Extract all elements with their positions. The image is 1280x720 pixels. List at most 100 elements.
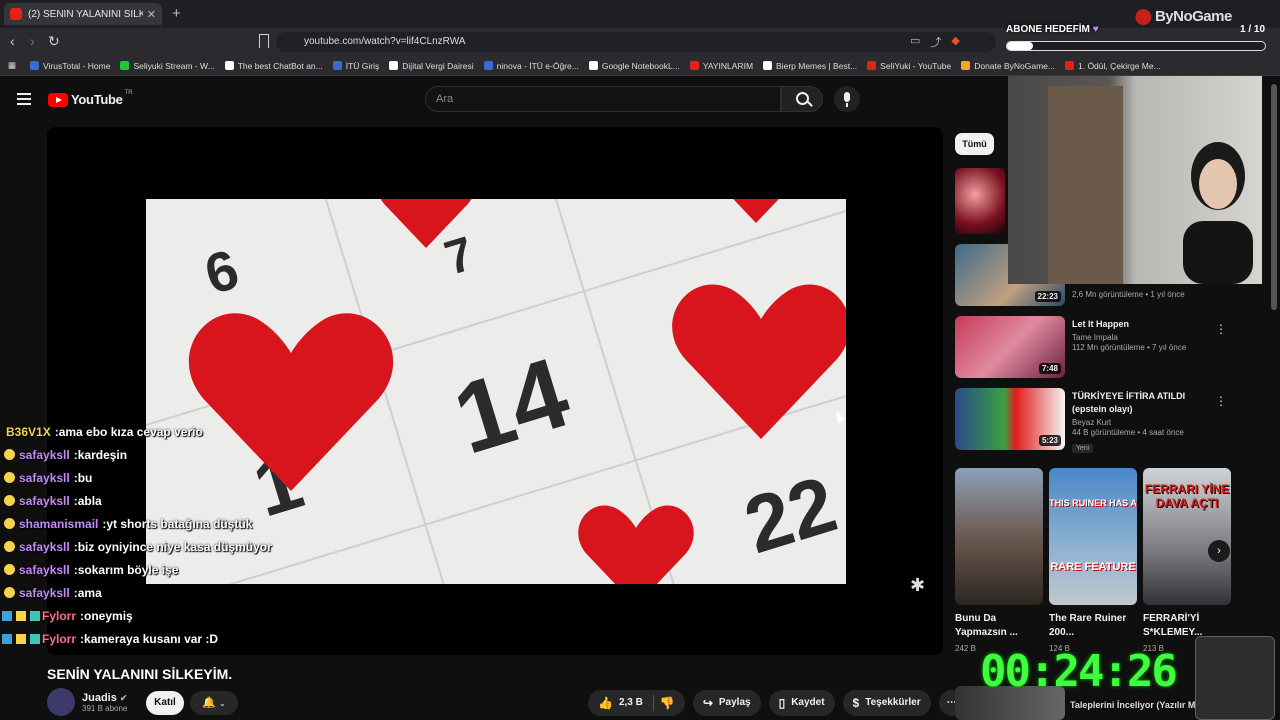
reload-icon[interactable]: ↻ [48,33,60,50]
bookmark-label: SeliYuki - YouTube [880,60,952,71]
chat-text: biz oyniyince niye kasa düşmüyor [77,539,272,554]
thanks-dollar-icon: $ [852,696,860,710]
short-title[interactable]: The Rare Ruiner 200... [1049,612,1137,640]
recommendation-item[interactable]: 5:23 TÜRKİYEYE İFTİRA ATILDI (epstein ola… [955,388,1245,453]
brave-shield-icon[interactable]: ◆ [951,34,959,50]
chat-badge-icon [4,472,15,483]
chat-text: sokarım böyle işe [77,562,179,577]
youtube-header: YouTube TR Ara [0,76,1010,122]
bookmark-item[interactable]: Donate ByNoGame... [961,61,1055,71]
search-icon[interactable] [781,86,823,112]
thanks-button[interactable]: $ Teşekkürler [842,690,931,716]
bookmark-label: Bierp Memes | Best... [776,60,858,71]
like-button[interactable]: 👍 2,3 B 👎 [588,690,685,716]
bookmark-item[interactable]: 1. Ödül, Çekirge Me... [1065,61,1161,71]
youtube-logo[interactable]: YouTube TR [48,89,133,107]
chat-badge-icon [4,449,15,460]
short-text: FERRARI YİNE DAVA AÇTI [1144,482,1230,510]
bookmark-item[interactable]: YAYINLARIM [689,60,754,71]
share-icon[interactable]: ⤴ [930,34,941,50]
webcam-overlay [1008,76,1262,284]
chat-username: safayksll [19,493,70,508]
bookmark-favicon-icon [332,61,342,70]
chevron-right-icon[interactable]: › [1208,540,1230,562]
recommendation-channel[interactable]: Beyaz Kurt [1072,418,1222,427]
more-options-icon[interactable]: ⋮ [1215,322,1227,336]
back-icon[interactable]: ‹ [10,33,15,49]
sub-goal-fill [1007,42,1033,50]
bookmark-favicon-icon [30,61,40,70]
bookmark-label: YAYINLARIM [702,60,754,71]
scrollbar[interactable] [1271,84,1277,310]
subscribe-bell-button[interactable]: 🔔 ⌄ [190,691,238,715]
bookmark-item[interactable]: VirusTotal - Home [30,61,110,71]
bookmark-favicon-icon [867,61,877,70]
bookmark-label: Seliyuki Stream - W... [133,60,215,71]
chat-message: Fylorr: oneymiş [0,604,300,627]
short-thumbnail[interactable]: FERRARI YİNE DAVA AÇTI [1143,468,1231,605]
recommendation-thumbnail[interactable] [955,168,1005,234]
chip-all[interactable]: Tümü [955,133,994,155]
chat-message: safayksll: bu [0,466,300,489]
short-thumbnail[interactable]: THIS RUINER HAS A RARE FEATURE [1049,468,1137,605]
join-button[interactable]: Katıl [146,691,184,715]
browser-toolbar: ▭ ⤴ ◆ [910,34,960,50]
bookmark-item[interactable]: Bierp Memes | Best... [763,61,857,71]
new-badge: Yeni [1072,444,1094,453]
chat-text: yt shorts batağına düştük [106,516,253,531]
close-tab-icon[interactable]: ✕ [147,8,156,21]
chat-badge-icon [2,610,12,621]
microphone-icon[interactable] [834,86,860,112]
browser-tab[interactable]: (2) SENİN YALANINI SİLKEYİM... ✕ [4,3,162,25]
recommendation-title[interactable]: Let It Happen [1072,318,1222,331]
streamer-figure [1183,142,1253,284]
thumbs-up-icon: 👍 [598,696,613,710]
short-thumbnail[interactable] [955,468,1043,605]
thumbs-down-icon[interactable]: 👎 [660,690,675,716]
recommendation-title[interactable]: TÜRKİYEYE İFTİRA ATILDI (epstein olayı) [1072,390,1222,416]
channel-name[interactable]: Juadis ✔ [82,692,127,704]
menu-icon[interactable] [17,93,31,105]
bookmark-item[interactable]: SeliYuki - YouTube [867,61,951,71]
bookmark-item[interactable]: The best ChatBot an... [224,60,323,71]
url-field[interactable]: youtube.com/watch?v=lif4CLnzRWA [276,32,996,52]
search-input[interactable]: Ara [425,86,781,112]
bookmark-item[interactable]: Seliyuki Stream - W... [120,60,215,71]
recommendation-item[interactable]: 7:48 Let It Happen Tame Impala 112 Mn görün… [955,316,1245,380]
bookmark-favicon-icon [224,61,234,70]
recommendation-thumbnail[interactable]: 5:23 [955,388,1065,450]
bookmark-item[interactable]: Dijital Vergi Dairesi [389,61,474,71]
share-button[interactable]: ↪ Paylaş [692,690,761,716]
bookmark-label: VirusTotal - Home [43,60,111,71]
chat-badge-icon [16,633,26,644]
bookmark-icon[interactable] [259,34,269,48]
video-duration: 7:48 [1038,363,1061,374]
apps-grid-icon[interactable]: ▦ [8,60,16,71]
save-button[interactable]: ▯ Kaydet [768,690,835,716]
chat-badge-icon [4,495,15,506]
bookmark-item[interactable]: ninova - İTÜ e-Öğre... [483,61,579,71]
new-tab-icon[interactable]: + [172,5,181,22]
recommendation-channel[interactable]: Tame Impala [1072,333,1222,342]
bookmark-label: The best ChatBot an... [237,60,323,71]
avatar[interactable] [47,688,75,716]
channel-owner[interactable]: Juadis ✔ 391 B abone [47,688,127,716]
more-options-icon[interactable]: ⋮ [1215,394,1227,408]
chat-message: Fylorr: kameraya kusanı var :D [0,627,300,650]
short-title[interactable]: Bunu Da Yapmazsın ... [955,612,1043,640]
chat-username: safayksll [19,562,70,577]
video-duration: 5:23 [1038,435,1061,446]
bookmark-item[interactable]: İTÜ Giriş [332,61,379,71]
chat-text: oneymiş [84,608,133,623]
bookmark-label: Google NotebookL... [601,60,680,71]
bookmark-item[interactable]: Google NotebookL... [588,60,680,71]
sub-goal-progress [1006,41,1266,51]
forward-icon[interactable]: › [30,33,35,49]
bell-icon: 🔔 [202,697,216,709]
heart-shape [326,199,526,259]
region-label: TR [124,89,133,96]
chat-badge-icon [4,587,15,598]
cast-icon[interactable]: ▭ [910,34,920,50]
bookmark-favicon-icon [483,61,493,70]
recommendation-thumbnail[interactable]: 7:48 [955,316,1065,378]
